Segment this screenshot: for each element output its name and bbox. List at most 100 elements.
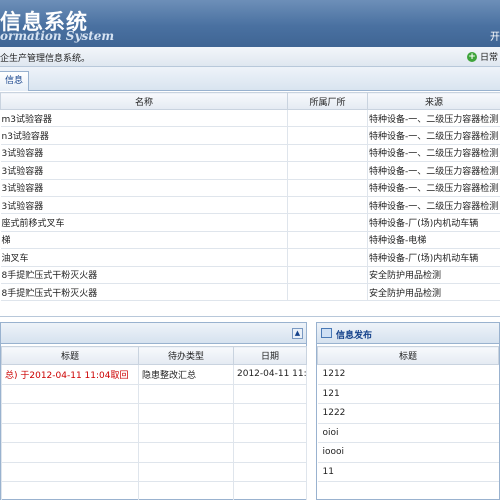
cell-factory	[287, 196, 368, 215]
table-row[interactable]: 油叉车 特种设备-厂(场)内机动车辆	[0, 248, 500, 267]
cell-date	[233, 403, 307, 424]
news-table: 标题 1212 121 1222 oioi ioooi 11	[317, 346, 499, 482]
cell-name: 油叉车	[0, 248, 288, 267]
column-header-date[interactable]: 日期	[233, 346, 307, 365]
equipment-panel-header: 信息	[0, 67, 500, 91]
cell-name: 座式前移式叉车	[0, 213, 288, 232]
column-header-source[interactable]: 来源	[367, 92, 500, 110]
cell-title: 总) 于2012-04-11 11:04取回	[1, 364, 139, 385]
cell-date	[233, 461, 307, 482]
list-item[interactable]: 121	[317, 384, 499, 404]
welcome-text: 企生产管理信息系统。	[0, 54, 91, 64]
column-header-name[interactable]: 名称	[0, 92, 288, 110]
column-header-factory[interactable]: 所属厂所	[287, 92, 368, 110]
cell-title	[1, 383, 139, 404]
table-row[interactable]: 梯 特种设备-电梯	[0, 231, 500, 250]
table-row	[1, 422, 307, 443]
cell-name: 梯	[0, 231, 288, 250]
table-row[interactable]: 座式前移式叉车 特种设备-厂(场)内机动车辆	[0, 213, 500, 232]
table-row	[1, 481, 307, 500]
cell-name: 8手提贮压式干粉灭火器	[0, 283, 288, 302]
news-item-title[interactable]: oioi	[317, 423, 499, 443]
daily-link[interactable]: + 日常	[466, 50, 498, 63]
list-item[interactable]: 1222	[317, 403, 499, 424]
column-header-title[interactable]: 标题	[1, 346, 139, 365]
list-item[interactable]: ioooi	[317, 442, 499, 463]
header-start-link[interactable]: 开	[490, 28, 500, 43]
cell-source: 特种设备-厂(场)内机动车辆	[367, 248, 500, 267]
news-panel-title: 信息发布	[336, 331, 373, 341]
news-panel-header: 信息发布	[317, 323, 499, 344]
cell-name: 3试验容器	[0, 196, 288, 215]
cell-name: m3试验容器	[0, 109, 288, 128]
cell-type	[138, 481, 234, 500]
welcome-bar: 企生产管理信息系统。 + 日常	[0, 47, 500, 67]
cell-factory	[287, 179, 368, 197]
cell-source: 特种设备-一、二级压力容器检测	[367, 144, 500, 163]
cell-name: 3试验容器	[0, 161, 288, 180]
cell-type	[138, 383, 234, 404]
cell-name: 3试验容器	[0, 144, 288, 163]
table-row[interactable]: 3试验容器 特种设备-一、二级压力容器检测	[0, 144, 500, 163]
cell-factory	[287, 126, 368, 145]
cell-date	[233, 422, 307, 443]
cell-title	[1, 403, 139, 424]
add-circle-icon[interactable]: +	[466, 51, 477, 62]
news-icon	[321, 328, 332, 338]
table-row[interactable]: 总) 于2012-04-11 11:04取回 隐患整改汇总 2012-04-11 1…	[1, 364, 307, 385]
cell-factory	[287, 231, 368, 250]
list-item[interactable]: 11	[317, 462, 499, 482]
news-item-title[interactable]: 1222	[317, 403, 499, 424]
news-table-header: 标题	[317, 346, 499, 365]
cell-name: n3试验容器	[0, 126, 288, 145]
todo-panel-header: ▲	[1, 323, 306, 344]
table-row[interactable]: m3试验容器 特种设备-一、二级压力容器检测	[0, 109, 500, 128]
cell-title	[1, 422, 139, 443]
news-item-title[interactable]: 11	[317, 462, 499, 482]
cell-factory	[287, 144, 368, 163]
list-item[interactable]: 1212	[317, 364, 499, 385]
cell-title	[1, 461, 139, 482]
cell-title	[1, 481, 139, 500]
cell-source: 特种设备-一、二级压力容器检测	[367, 126, 500, 145]
todo-panel: ▲ 标题 待办类型 日期 总) 于2012-04-11 11:04取回 隐患整改汇…	[0, 322, 307, 500]
app-header: 信息系统 ormation System 开	[0, 0, 500, 47]
app-subtitle: ormation System	[0, 29, 115, 43]
cell-type	[138, 461, 234, 482]
table-row[interactable]: 3试验容器 特种设备-一、二级压力容器检测	[0, 161, 500, 180]
table-row[interactable]: 3试验容器 特种设备-一、二级压力容器检测	[0, 179, 500, 197]
table-row[interactable]: n3试验容器 特种设备-一、二级压力容器检测	[0, 126, 500, 145]
daily-label[interactable]: 日常	[480, 50, 498, 63]
column-header-todo-type[interactable]: 待办类型	[138, 346, 234, 365]
cell-name: 3试验容器	[0, 179, 288, 197]
table-row[interactable]: 3试验容器 特种设备-一、二级压力容器检测	[0, 196, 500, 215]
news-panel: 信息发布 标题 1212 121 1222 oioi ioooi 11	[316, 322, 500, 500]
cell-factory	[287, 109, 368, 128]
cell-type: 隐患整改汇总	[138, 364, 234, 385]
cell-source: 特种设备-一、二级压力容器检测	[367, 179, 500, 197]
column-header-news-title[interactable]: 标题	[317, 346, 499, 365]
cell-source: 特种设备-电梯	[367, 231, 500, 250]
cell-factory	[287, 213, 368, 232]
cell-date	[233, 383, 307, 404]
table-row	[1, 442, 307, 463]
cell-factory	[287, 283, 368, 302]
list-item[interactable]: oioi	[317, 423, 499, 443]
tab-info[interactable]: 信息	[0, 71, 30, 91]
news-item-title[interactable]: 1212	[317, 364, 499, 385]
table-row[interactable]: 8手提贮压式干粉灭火器 安全防护用品检测	[0, 283, 500, 302]
news-item-title[interactable]: 121	[317, 384, 499, 404]
cell-factory	[287, 248, 368, 267]
cell-source: 安全防护用品检测	[367, 283, 500, 302]
cell-date: 2012-04-11 11:00	[233, 364, 307, 385]
cell-factory	[287, 161, 368, 180]
collapse-icon[interactable]: ▲	[292, 328, 303, 339]
table-row	[1, 403, 307, 424]
table-row[interactable]: 8手提贮压式干粉灭火器 安全防护用品检测	[0, 266, 500, 284]
cell-source: 特种设备-一、二级压力容器检测	[367, 196, 500, 215]
cell-source: 安全防护用品检测	[367, 266, 500, 284]
cell-name: 8手提贮压式干粉灭火器	[0, 266, 288, 284]
todo-table-header: 标题 待办类型 日期	[1, 346, 307, 365]
cell-source: 特种设备-一、二级压力容器检测	[367, 161, 500, 180]
news-item-title[interactable]: ioooi	[317, 442, 499, 463]
